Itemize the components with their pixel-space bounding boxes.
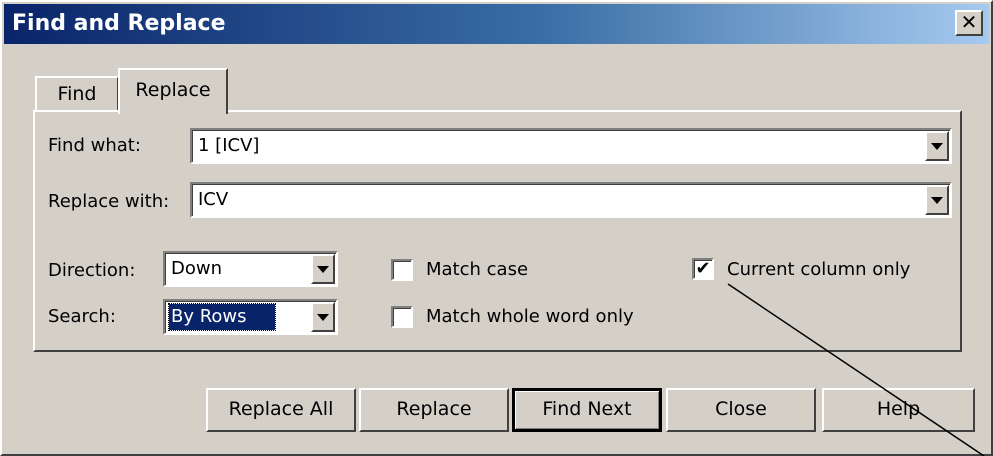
tab-replace-label: Replace (135, 79, 211, 101)
tab-replace[interactable]: Replace (118, 68, 228, 114)
